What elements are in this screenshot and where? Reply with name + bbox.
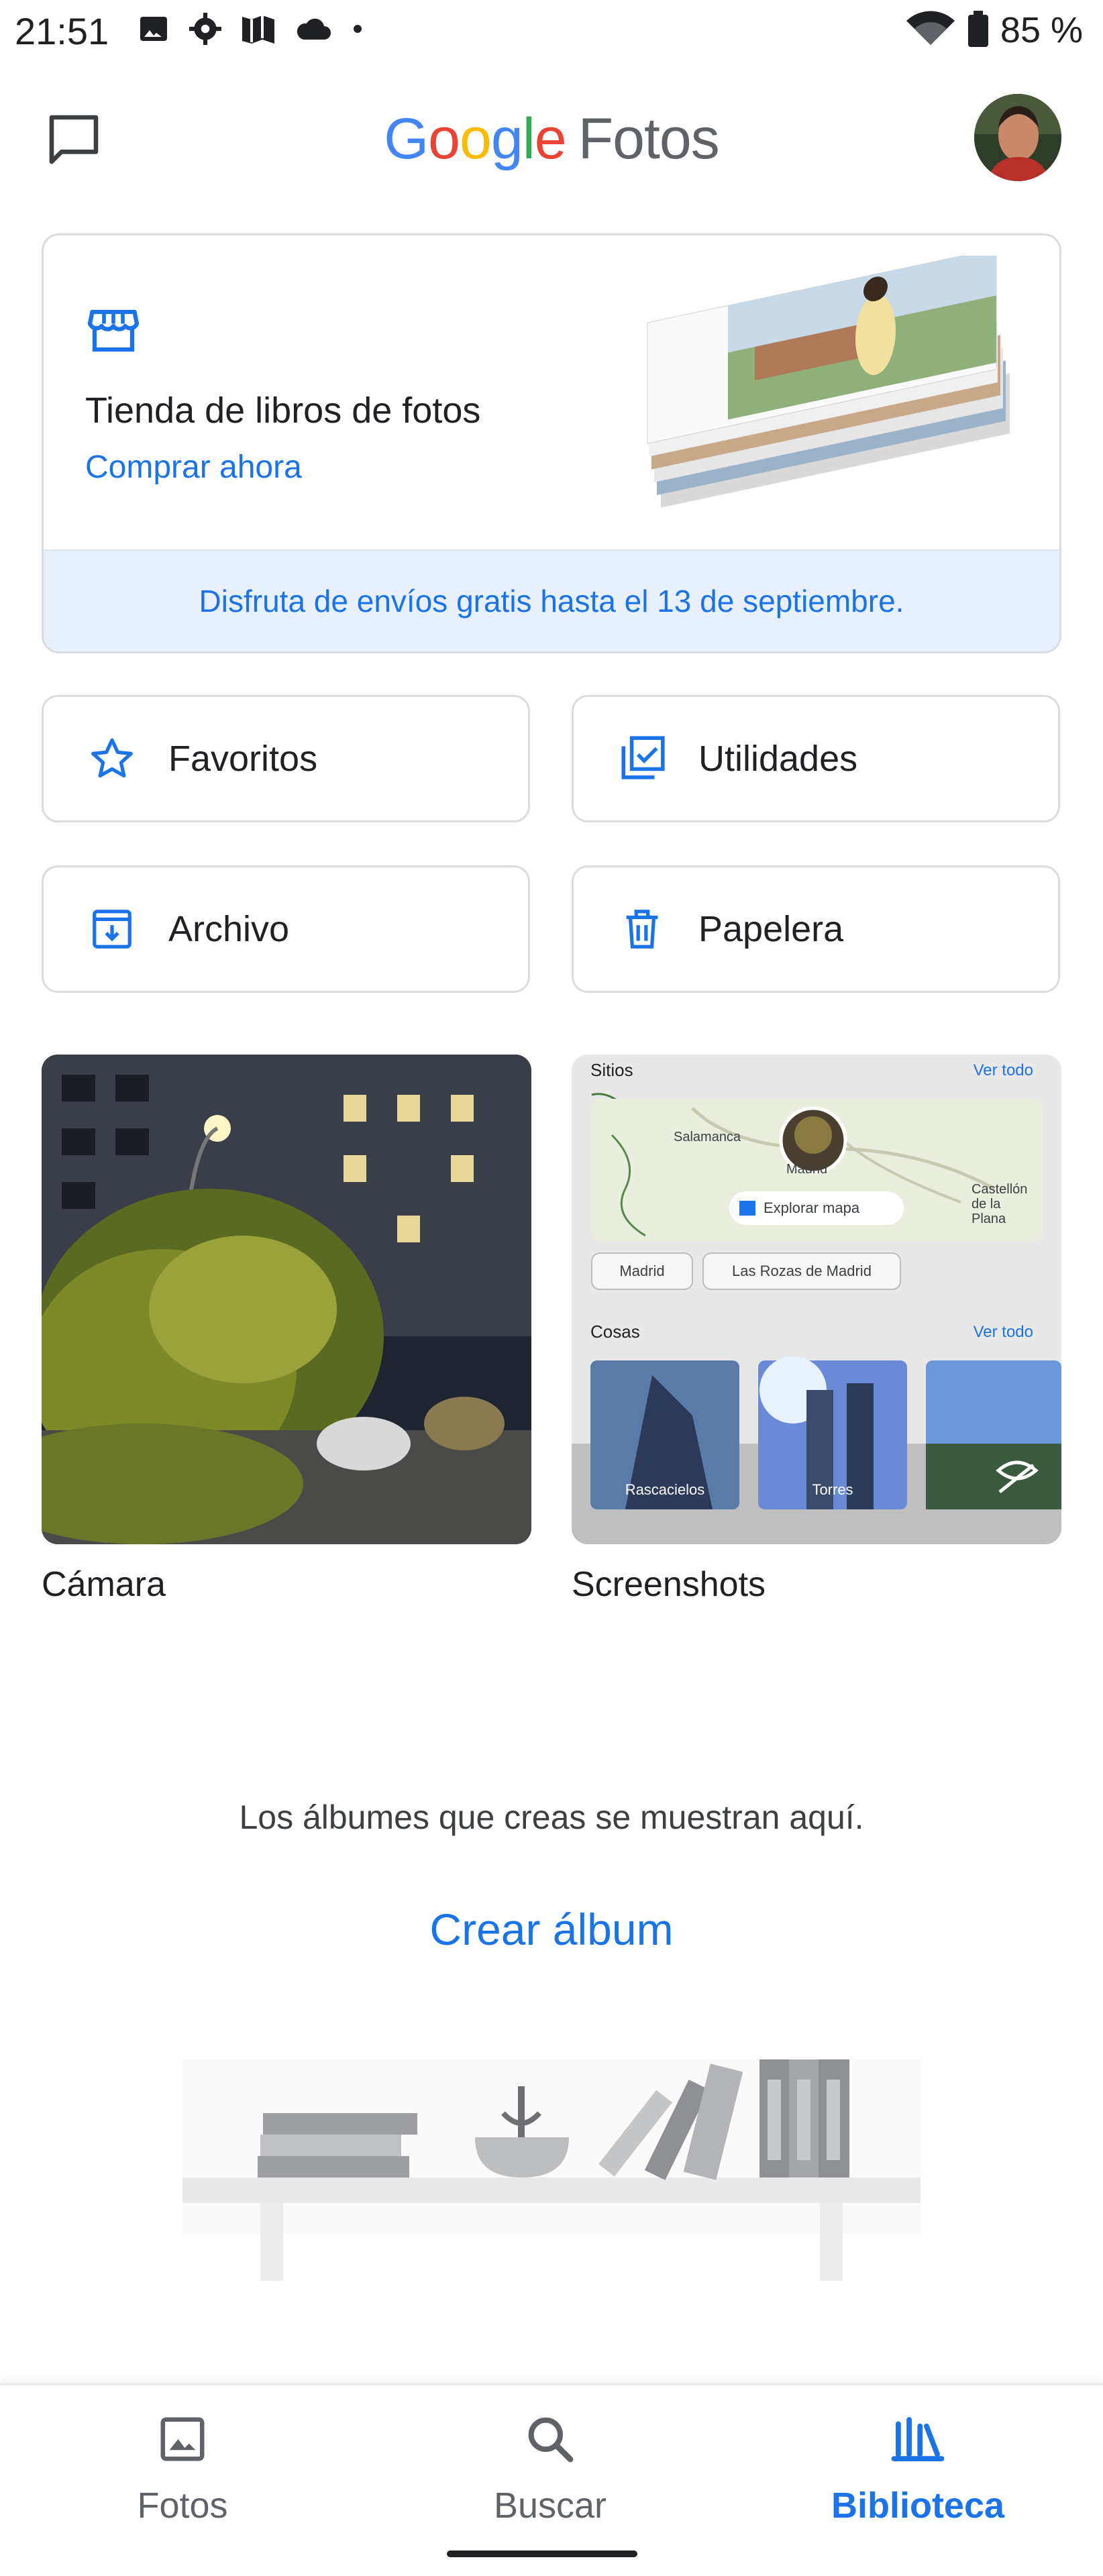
nav-photos-label: Fotos xyxy=(137,2485,228,2526)
camera-album-cover xyxy=(42,1055,531,1544)
map-label-salamanca: Salamanca xyxy=(674,1130,741,1144)
battery-icon xyxy=(967,10,988,50)
trash-icon xyxy=(615,902,669,956)
archive-button[interactable]: Archivo xyxy=(42,865,530,993)
star-icon xyxy=(85,732,139,786)
cloud-icon xyxy=(295,15,332,46)
nav-photos[interactable]: Fotos xyxy=(82,2406,283,2526)
settings-icon xyxy=(189,12,222,49)
archive-icon xyxy=(85,902,139,956)
wifi-icon xyxy=(905,10,956,51)
albums-empty-text: Los álbumes que creas se muestran aquí. xyxy=(239,1799,864,1836)
battery-level: 85 % xyxy=(1000,10,1083,50)
album-screenshots[interactable]: Sitios Ver todo Salamanca Madrid Castell… xyxy=(572,1055,1061,1605)
image-icon xyxy=(138,13,170,48)
screenshots-album-name: Screenshots xyxy=(572,1565,766,1604)
things-title: Cosas xyxy=(590,1322,640,1342)
trash-button[interactable]: Papelera xyxy=(572,865,1060,993)
nav-search-label: Buscar xyxy=(493,2485,607,2526)
status-bar: 21:51 85 % xyxy=(0,0,1103,64)
trash-label: Papelera xyxy=(698,909,844,949)
thing-skyscrapers: Rascacielos xyxy=(625,1481,705,1498)
chip-madrid: Madrid xyxy=(619,1263,665,1279)
google-photos-logo: Google Fotos xyxy=(384,107,719,171)
library-icon xyxy=(817,2406,1018,2473)
home-indicator[interactable] xyxy=(447,2551,637,2557)
album-camera[interactable]: Cámara xyxy=(42,1055,531,1605)
utilities-label: Utilidades xyxy=(698,739,858,779)
avatar[interactable] xyxy=(974,94,1061,181)
photo-book-image xyxy=(634,248,1037,557)
store-icon xyxy=(85,303,142,362)
photo-icon xyxy=(82,2406,283,2473)
camera-album-name: Cámara xyxy=(42,1565,166,1604)
search-icon xyxy=(450,2406,651,2473)
maps-icon xyxy=(241,13,276,48)
explore-map-label: Explorar mapa xyxy=(764,1199,860,1216)
promo-title: Tienda de libros de fotos xyxy=(85,390,481,431)
nav-library[interactable]: Biblioteca xyxy=(817,2406,1018,2526)
utilities-button[interactable]: Utilidades xyxy=(572,695,1060,822)
checklist-icon xyxy=(615,732,669,786)
thing-towers: Torres xyxy=(812,1481,853,1498)
chip-las-rozas: Las Rozas de Madrid xyxy=(732,1263,872,1279)
dot-icon xyxy=(351,22,364,39)
things-see-all: Ver todo xyxy=(973,1323,1033,1341)
shipping-banner: Disfruta de envíos gratis hasta el 13 de… xyxy=(44,549,1059,651)
favorites-button[interactable]: Favoritos xyxy=(42,695,530,822)
status-time: 21:51 xyxy=(15,10,109,52)
places-title: Sitios xyxy=(590,1060,633,1080)
app-header: Google Fotos xyxy=(0,80,1103,195)
nav-search[interactable]: Buscar xyxy=(450,2406,651,2526)
archive-label: Archivo xyxy=(168,909,290,949)
nav-library-label: Biblioteca xyxy=(831,2485,1005,2526)
screenshots-album-cover: Sitios Ver todo Salamanca Madrid Castell… xyxy=(572,1055,1061,1544)
favorites-label: Favoritos xyxy=(168,739,318,779)
map-label-madrid: Madrid xyxy=(786,1162,828,1177)
map-label-castellon: Castellón de la Plana xyxy=(971,1182,1028,1226)
bottom-navigation: Fotos Buscar Biblioteca xyxy=(0,2383,1103,2576)
places-see-all: Ver todo xyxy=(973,1061,1033,1079)
buy-now-link[interactable]: Comprar ahora xyxy=(85,449,302,486)
empty-shelf-illustration xyxy=(182,2059,921,2294)
create-album-button[interactable]: Crear álbum xyxy=(0,1904,1103,1955)
photo-book-promo-card[interactable]: Tienda de libros de fotos Comprar ahora … xyxy=(42,233,1061,653)
